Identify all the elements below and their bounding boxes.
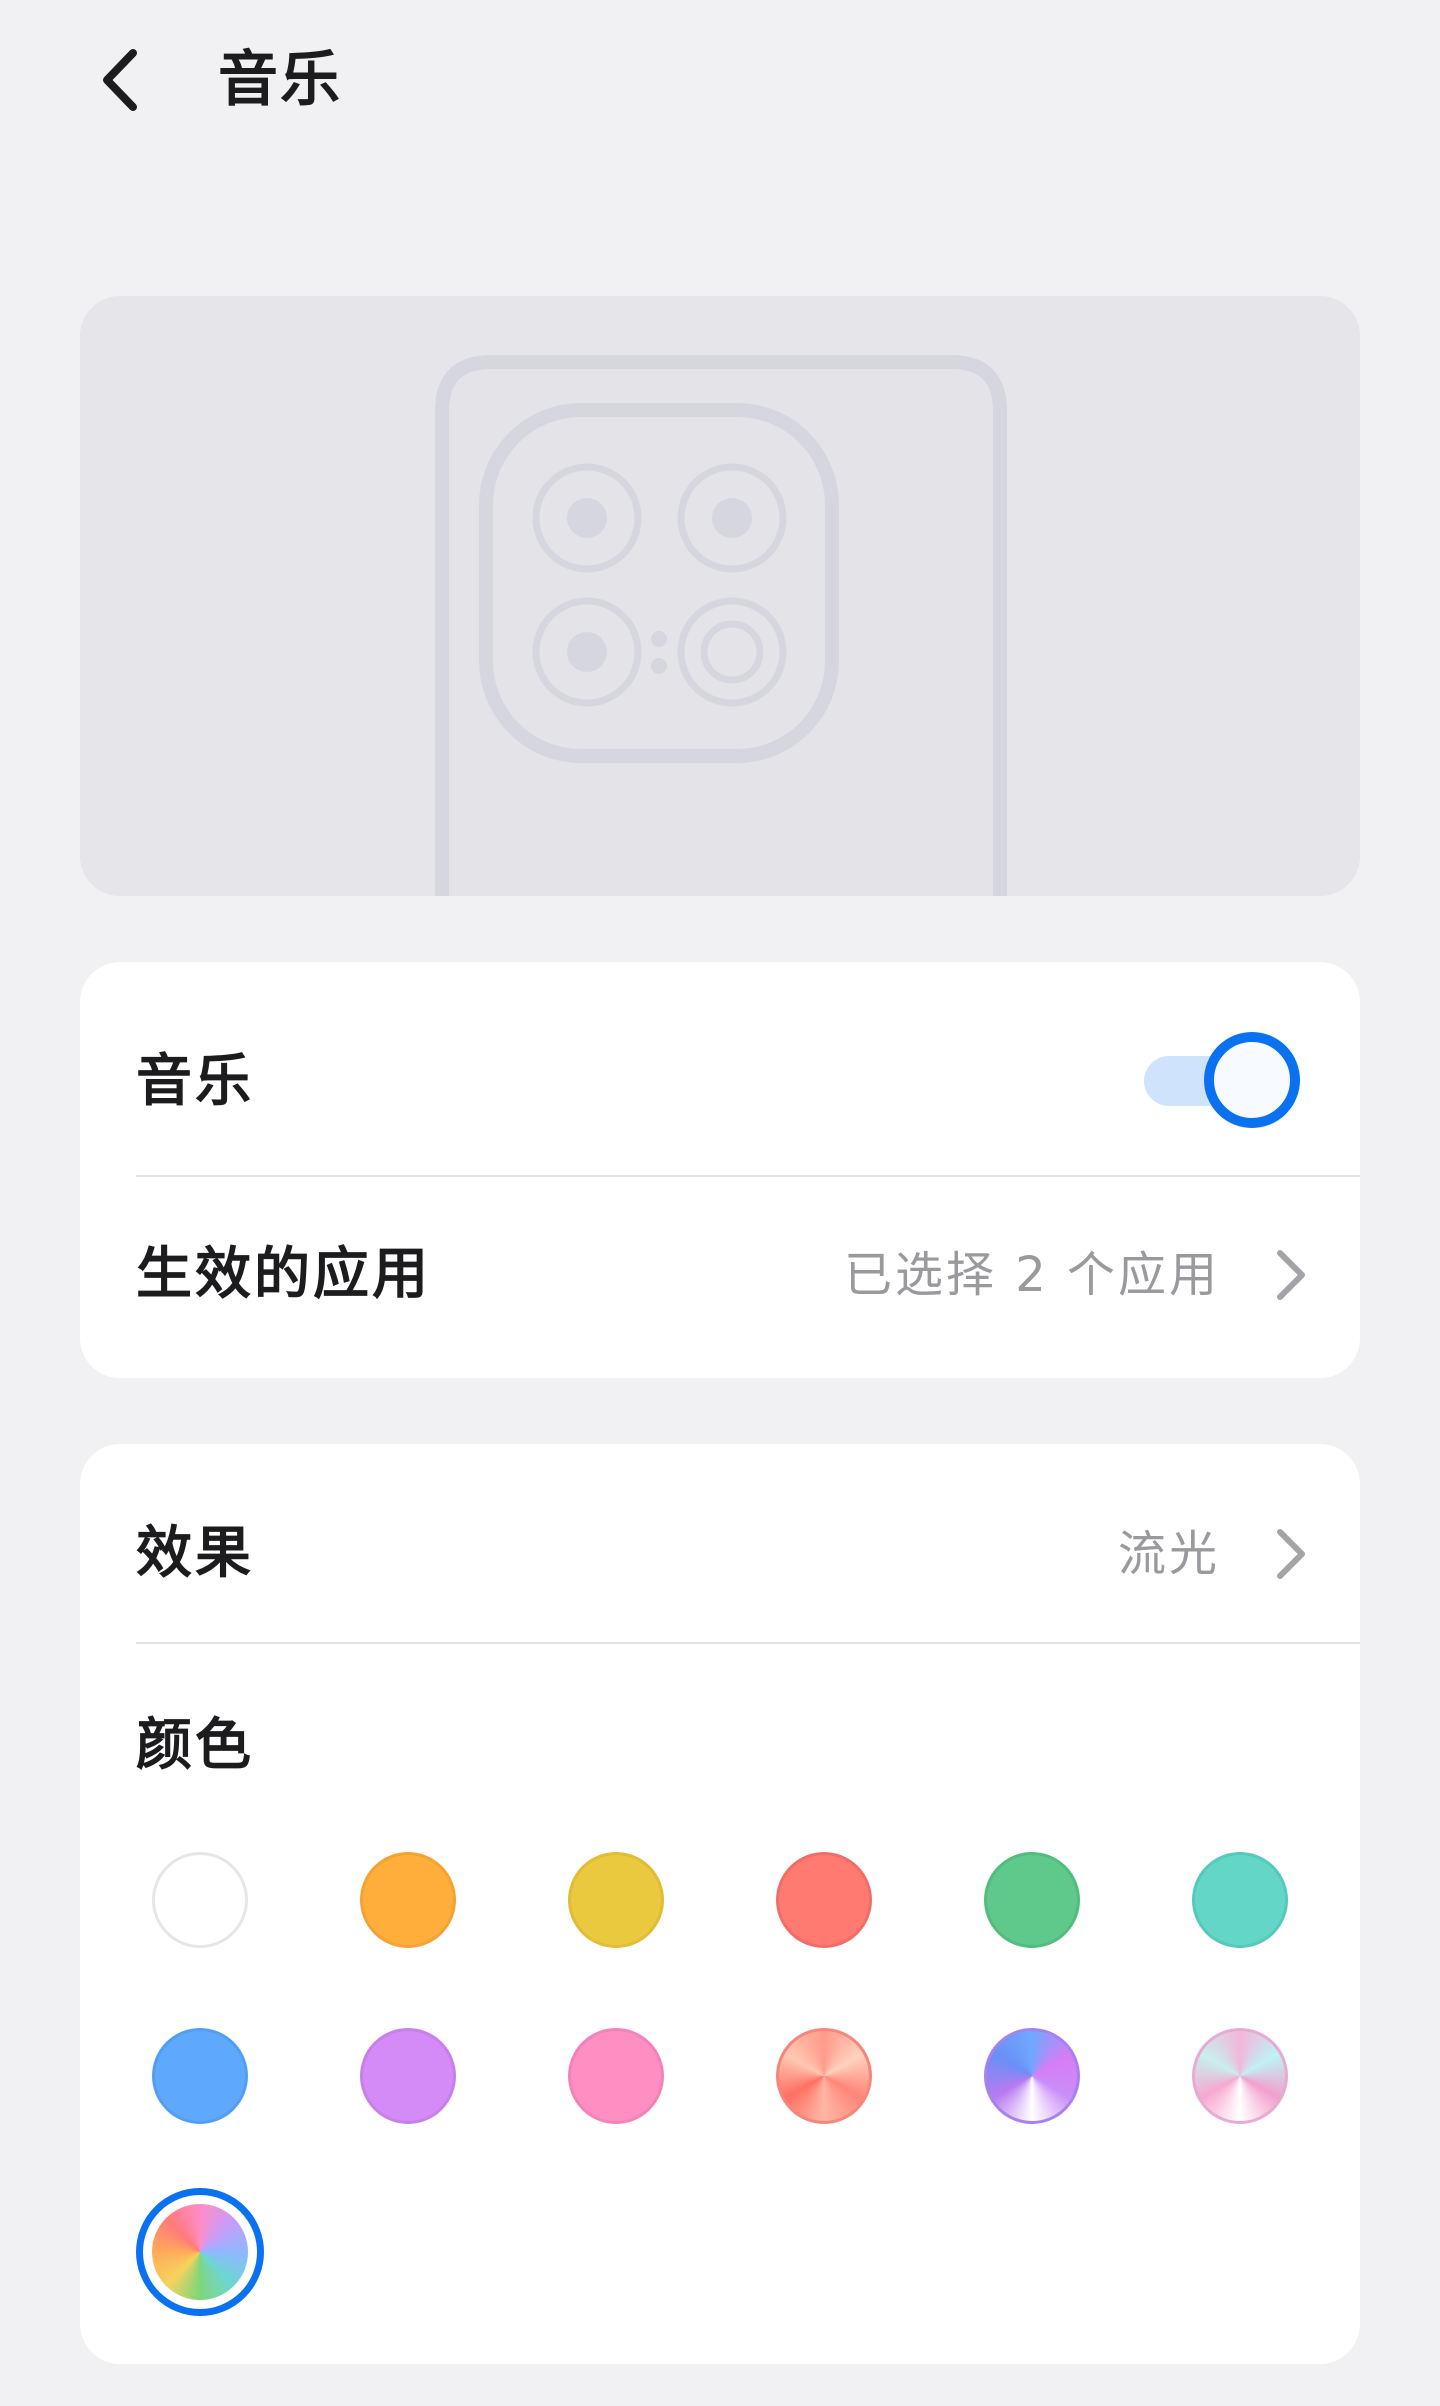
effective-apps-row[interactable]: 生效的应用 已选择 2 个应用	[80, 1177, 1360, 1377]
phone-back-illustration	[435, 355, 1007, 896]
color-swatch-cyan-pink-gradient[interactable]	[1192, 2028, 1288, 2124]
color-swatch-white[interactable]	[152, 1852, 248, 1948]
camera-module	[479, 403, 839, 763]
top-bar: 音乐	[0, 0, 1440, 170]
effective-apps-value: 已选择 2 个应用	[843, 1247, 1220, 1303]
effective-apps-label: 生效的应用	[136, 1242, 431, 1307]
color-swatch-coral[interactable]	[776, 1852, 872, 1948]
effect-color-card: 效果 流光 颜色	[80, 1444, 1360, 2364]
chevron-right-icon	[1270, 1235, 1310, 1315]
color-swatch-blue[interactable]	[152, 2028, 248, 2124]
chevron-left-icon	[103, 49, 137, 111]
color-swatch-rainbow-gradient-selected[interactable]	[136, 2188, 264, 2316]
color-swatch-orange[interactable]	[360, 1852, 456, 1948]
music-label: 音乐	[136, 1049, 254, 1114]
music-settings-card: 音乐 生效的应用 已选择 2 个应用	[80, 962, 1360, 1378]
color-swatch-green[interactable]	[984, 1852, 1080, 1948]
rainbow-gradient-fill	[152, 2204, 248, 2300]
color-label: 颜色	[136, 1713, 254, 1778]
toggle-knob	[1204, 1032, 1300, 1128]
color-swatch-yellow[interactable]	[568, 1852, 664, 1948]
color-swatch-blue-purple-gradient[interactable]	[984, 2028, 1080, 2124]
divider	[136, 1642, 1360, 1644]
music-toggle-row[interactable]: 音乐	[80, 962, 1360, 1176]
preview-card	[80, 296, 1360, 896]
color-swatch-teal[interactable]	[1192, 1852, 1288, 1948]
page-title: 音乐	[218, 45, 342, 115]
effect-row[interactable]: 效果 流光	[80, 1444, 1360, 1644]
effect-value: 流光	[1117, 1526, 1220, 1582]
color-swatch-salmon-gradient[interactable]	[776, 2028, 872, 2124]
back-button[interactable]	[80, 30, 160, 130]
effect-label: 效果	[136, 1521, 254, 1586]
music-toggle[interactable]	[1144, 1032, 1304, 1132]
chevron-right-icon	[1270, 1514, 1310, 1594]
color-swatch-pink[interactable]	[568, 2028, 664, 2124]
color-swatch-purple[interactable]	[360, 2028, 456, 2124]
